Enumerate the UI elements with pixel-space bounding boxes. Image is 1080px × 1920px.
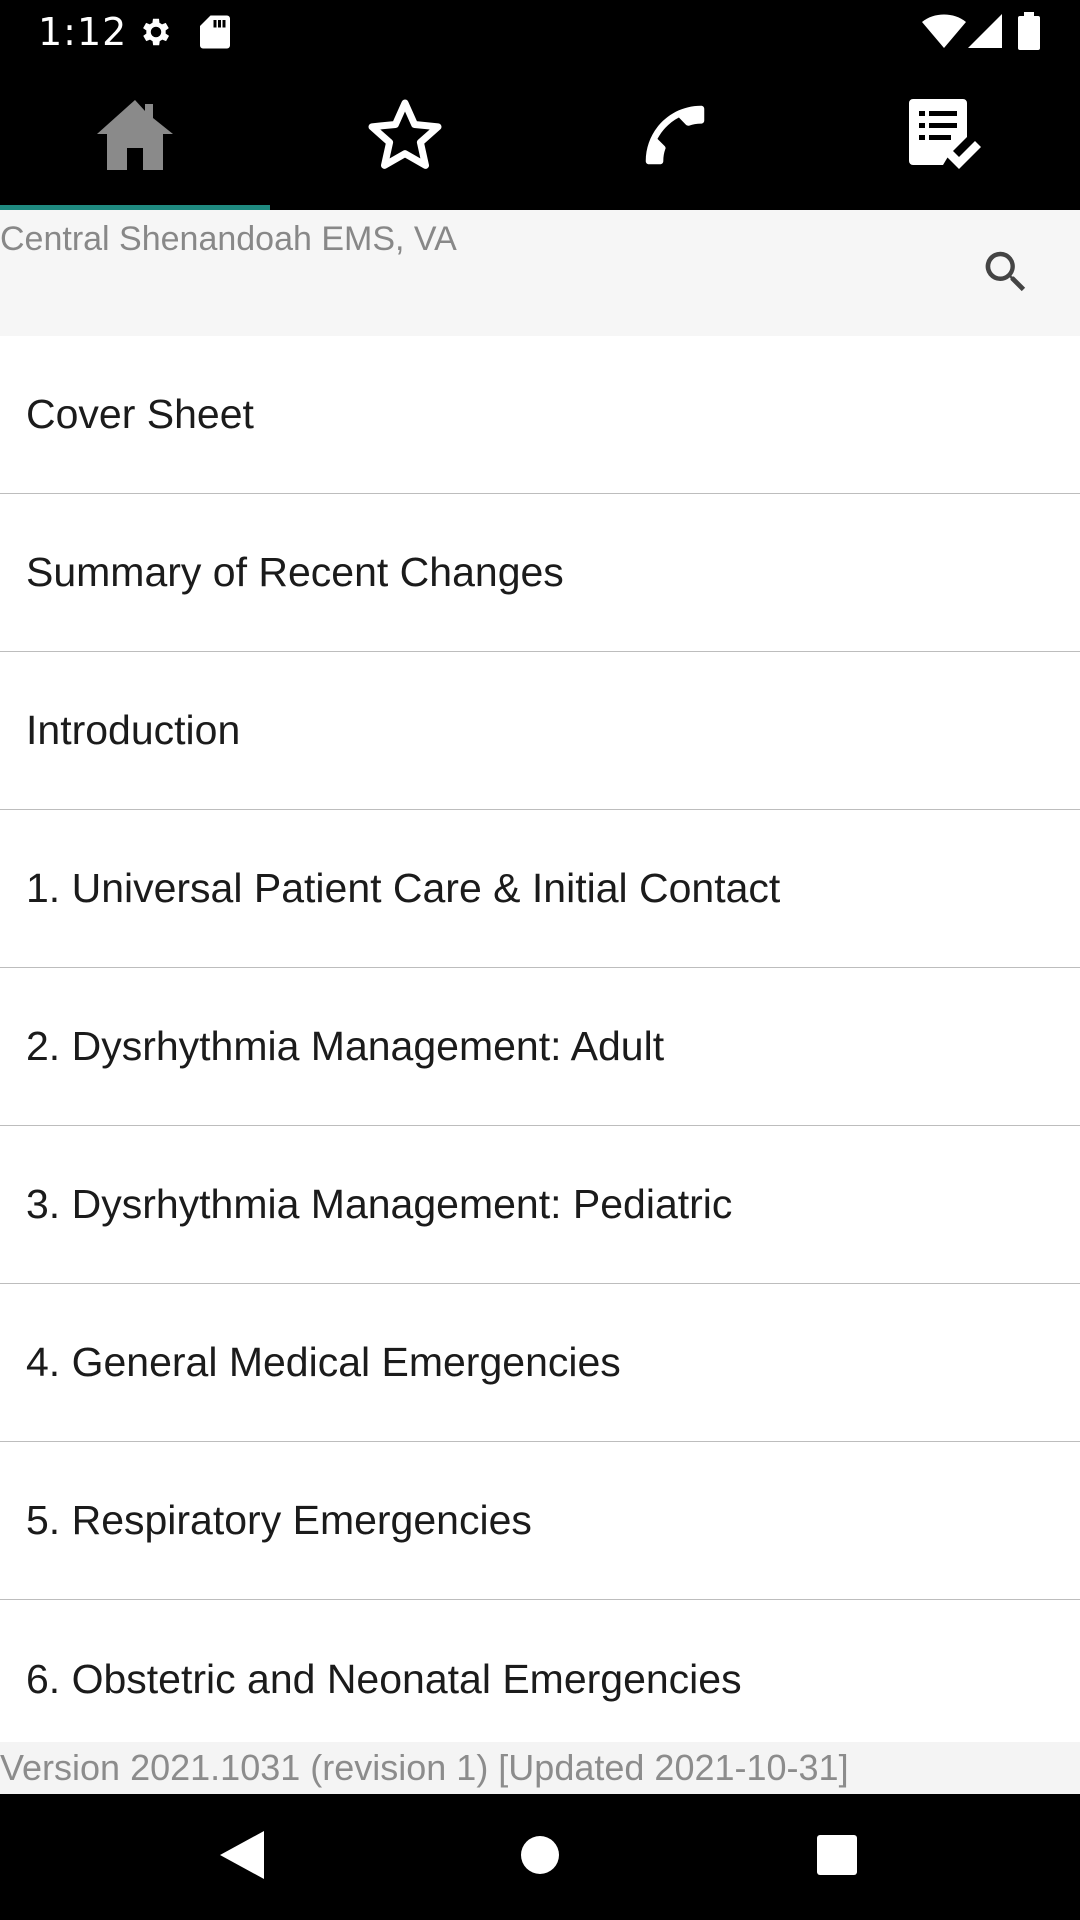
wifi-icon xyxy=(922,14,966,53)
battery-icon xyxy=(1018,12,1040,55)
list-item[interactable]: 4. General Medical Emergencies xyxy=(0,1284,1080,1442)
settings-gear-icon xyxy=(138,14,174,55)
back-icon xyxy=(216,1829,266,1886)
tab-checklist[interactable] xyxy=(810,64,1080,210)
search-button[interactable] xyxy=(972,240,1040,308)
list-item-label: 2. Dysrhythmia Management: Adult xyxy=(26,1023,665,1069)
nav-recents-button[interactable] xyxy=(804,1824,870,1890)
signal-icon xyxy=(968,14,1002,53)
tab-home[interactable] xyxy=(0,64,270,210)
list-item[interactable]: 6. Obstetric and Neonatal Emergencies xyxy=(0,1600,1080,1742)
tab-contacts[interactable] xyxy=(540,64,810,210)
home-icon xyxy=(95,98,175,177)
tab-bar xyxy=(0,64,1080,210)
nav-back-button[interactable] xyxy=(208,1824,274,1890)
list-item[interactable]: 3. Dysrhythmia Management: Pediatric xyxy=(0,1126,1080,1284)
version-text: Version 2021.1031 (revision 1) [Updated … xyxy=(0,1747,849,1788)
nav-home-button[interactable] xyxy=(507,1824,573,1890)
navigation-bar xyxy=(0,1794,1080,1920)
search-header: Central Shenandoah EMS, VA xyxy=(0,210,1080,336)
list-item[interactable]: Introduction xyxy=(0,652,1080,810)
list-item-label: Introduction xyxy=(26,707,241,753)
list-item[interactable]: Cover Sheet xyxy=(0,336,1080,494)
list-item-label: 4. General Medical Emergencies xyxy=(26,1339,621,1385)
sd-card-icon xyxy=(200,14,230,55)
status-bar: 1:12 xyxy=(0,0,1080,64)
list-item-label: 5. Respiratory Emergencies xyxy=(26,1497,532,1543)
list-item-label: Summary of Recent Changes xyxy=(26,549,564,595)
list-item[interactable]: 1. Universal Patient Care & Initial Cont… xyxy=(0,810,1080,968)
list-item-label: 1. Universal Patient Care & Initial Cont… xyxy=(26,865,781,911)
checklist-icon xyxy=(909,97,981,178)
list-item-label: Cover Sheet xyxy=(26,391,254,437)
star-icon xyxy=(366,98,444,177)
toc-list: Cover Sheet Summary of Recent Changes In… xyxy=(0,336,1080,1742)
phone-icon xyxy=(636,96,714,179)
list-item[interactable]: Summary of Recent Changes xyxy=(0,494,1080,652)
list-item[interactable]: 2. Dysrhythmia Management: Adult xyxy=(0,968,1080,1126)
tab-favorites[interactable] xyxy=(270,64,540,210)
status-time: 1:12 xyxy=(38,10,128,54)
version-footer: Version 2021.1031 (revision 1) [Updated … xyxy=(0,1742,1080,1794)
list-item-label: 3. Dysrhythmia Management: Pediatric xyxy=(26,1181,733,1227)
recents-icon xyxy=(816,1834,858,1881)
list-item[interactable]: 5. Respiratory Emergencies xyxy=(0,1442,1080,1600)
home-circle-icon xyxy=(518,1833,562,1882)
organization-title: Central Shenandoah EMS, VA xyxy=(0,220,457,258)
list-item-label: 6. Obstetric and Neonatal Emergencies xyxy=(26,1655,742,1702)
search-icon xyxy=(979,245,1033,304)
